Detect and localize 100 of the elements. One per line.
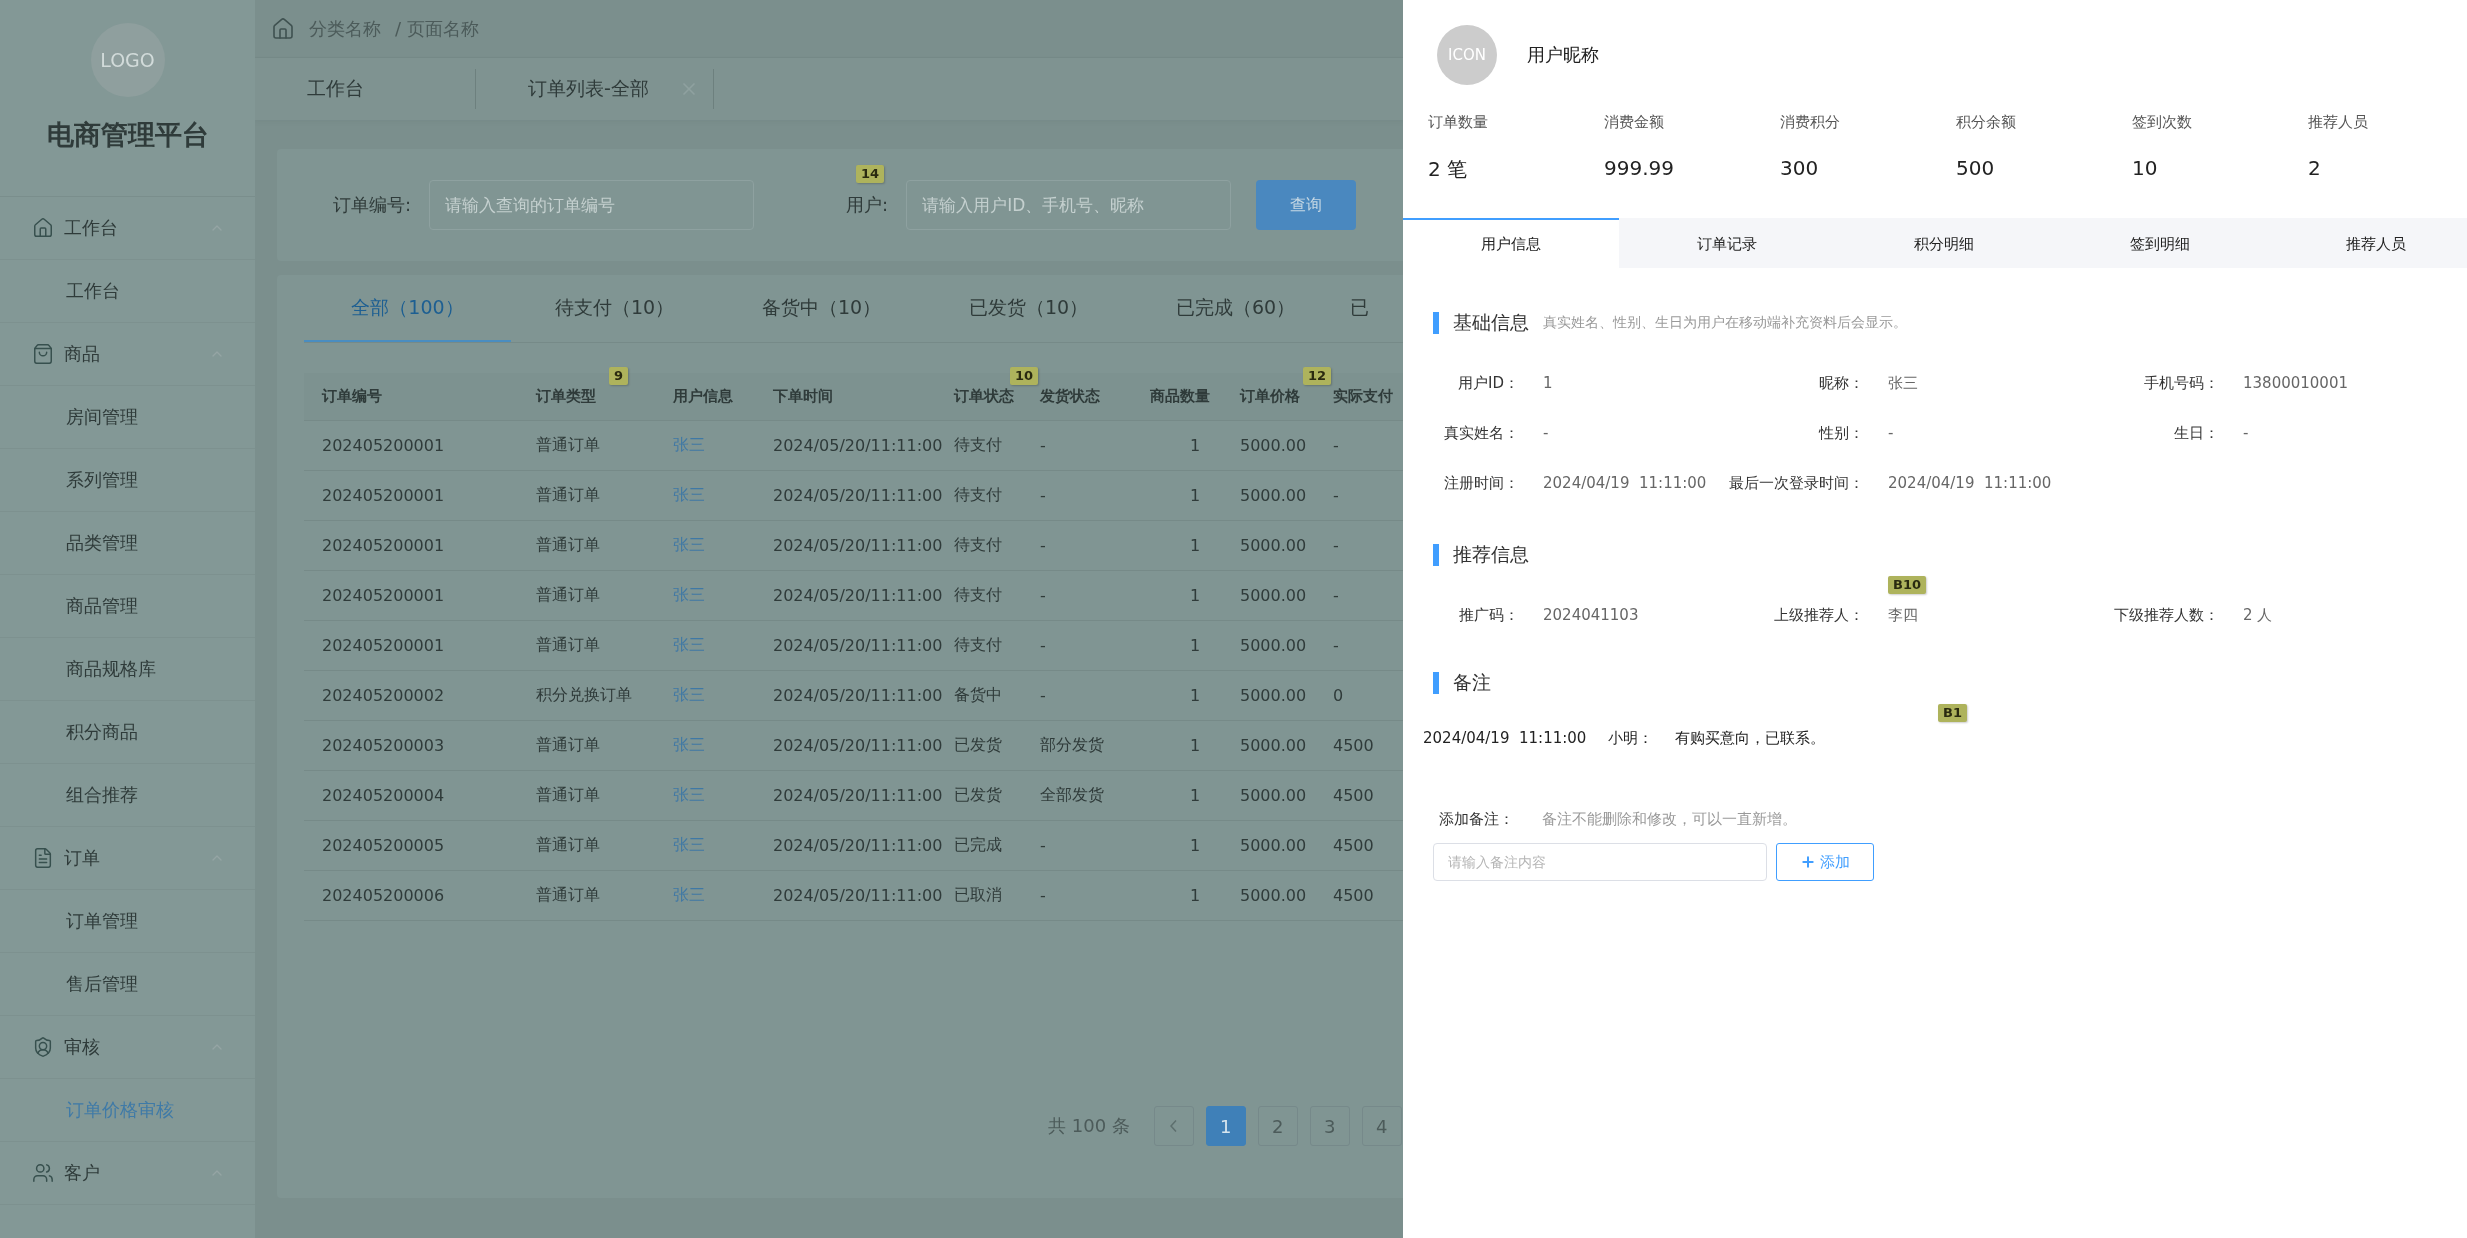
section-marker	[1433, 312, 1439, 334]
menu-item[interactable]: 房间管理	[0, 386, 255, 449]
search-field[interactable]: 请输入用户ID、手机号、昵称	[906, 180, 1232, 230]
field-value: 2 人	[2243, 605, 2273, 625]
user-nickname: 用户昵称	[1527, 43, 1599, 67]
stat-label: 推荐人员	[2308, 113, 2369, 132]
field-label: 用户ID：	[1457, 372, 1520, 394]
note-input[interactable]: 请输入备注内容	[1433, 843, 1767, 881]
status-tab[interactable]: 待支付（10）	[511, 275, 718, 342]
drawer-tab[interactable]: 用户信息	[1403, 218, 1620, 268]
menu-item[interactable]: 商品管理	[0, 575, 255, 638]
menu-item[interactable]: 工作台	[0, 260, 255, 323]
field-value: 1	[1543, 374, 1553, 392]
table-cell-text: 5000.00	[1240, 536, 1308, 555]
status-tab[interactable]: 已	[1339, 275, 1369, 342]
page-tab[interactable]: 订单列表-全部	[476, 69, 714, 109]
menu-item[interactable]: 系列管理	[0, 449, 255, 512]
table-cell-text: 2024/05/20/11:11:00	[773, 836, 944, 855]
menu-item[interactable]: 售后管理	[0, 953, 255, 1016]
table-cell-text: 1	[1188, 586, 1202, 605]
status-tab[interactable]: 备货中（10）	[718, 275, 925, 342]
stat-value: 10	[2132, 156, 2159, 180]
menu-group[interactable]: 工作台	[0, 197, 255, 260]
menu-group[interactable]: 订单	[0, 827, 255, 890]
stat-value: 999.99	[1604, 156, 1675, 180]
stat-value: 300	[1780, 156, 1820, 180]
bag-icon	[32, 343, 54, 365]
table-cell-text: 1	[1188, 636, 1202, 655]
column-header: 用户信息	[673, 387, 733, 405]
table-cell-text: -	[1333, 586, 1340, 605]
page-tab[interactable]: 工作台	[255, 69, 476, 109]
table-cell-text: 1	[1188, 836, 1202, 855]
table-cell-text: 202405200002	[322, 686, 446, 705]
table-cell-text: 202405200005	[322, 836, 446, 855]
table-cell-text: 普通订单	[536, 735, 601, 756]
table-cell-text: 1	[1188, 486, 1202, 505]
table-cell-text: -	[1040, 886, 1047, 905]
page-button[interactable]: 1	[1205, 1106, 1246, 1146]
table-cell-text: 积分兑换订单	[536, 685, 633, 706]
add-button[interactable]: 添加	[1776, 843, 1874, 881]
table-cell-text: 普通订单	[536, 635, 601, 656]
table-cell-text: 普通订单	[536, 785, 601, 806]
column-header: 订单类型	[536, 387, 596, 405]
annotation-badge: 9	[608, 367, 628, 385]
annotation-badge: 12	[1302, 367, 1331, 385]
table-cell-text: -	[1333, 536, 1340, 555]
table-cell-text: 待支付	[954, 635, 1003, 656]
field-label: 性别：	[1817, 422, 1865, 444]
menu-group[interactable]: 商品	[0, 323, 255, 386]
menu-item[interactable]: 组合推荐	[0, 764, 255, 827]
menu-group[interactable]: 客户	[0, 1142, 255, 1205]
table-cell-text: 待支付	[954, 485, 1003, 506]
table-cell-text: 待支付	[954, 435, 1003, 456]
shield-icon	[32, 1036, 54, 1058]
app-title: 电商管理平台	[46, 118, 209, 152]
table-cell-text: -	[1333, 636, 1340, 655]
field-label: 推广码：	[1458, 604, 1520, 626]
table-cell-text: 202405200001	[322, 486, 446, 505]
house-icon	[32, 217, 54, 239]
home-icon[interactable]	[271, 16, 295, 41]
stat-value: 500	[1956, 156, 1996, 180]
table-cell-text: 1	[1188, 536, 1202, 555]
table-cell-text: -	[1040, 486, 1047, 505]
table-cell-text: 备货中	[954, 685, 1003, 706]
prev-page-button[interactable]	[1153, 1106, 1194, 1146]
page-button[interactable]: 2	[1257, 1106, 1298, 1146]
status-tab[interactable]: 已发货（10）	[925, 275, 1132, 342]
status-tab[interactable]: 已完成（60）	[1132, 275, 1339, 342]
logo: LOGO	[90, 23, 165, 97]
section-marker	[1433, 544, 1439, 566]
menu-group[interactable]: 审核	[0, 1016, 255, 1079]
table-cell-text: 4500	[1333, 886, 1375, 905]
table-cell-text: 5000.00	[1240, 786, 1308, 805]
table-cell-text: -	[1333, 436, 1340, 455]
table-cell-text: 0	[1333, 686, 1345, 705]
page-button[interactable]: 3	[1309, 1106, 1350, 1146]
table-cell-text: 部分发货	[1040, 735, 1105, 756]
status-tab[interactable]: 全部（100）	[304, 275, 511, 342]
table-cell-text: 2024/05/20/11:11:00	[773, 686, 944, 705]
add-note-label: 添加备注：	[1439, 810, 1514, 829]
section-title: 备注	[1453, 670, 1491, 695]
menu-item[interactable]: 商品规格库	[0, 638, 255, 701]
stat-label: 订单数量	[1428, 113, 1489, 132]
table-cell-text: 5000.00	[1240, 686, 1308, 705]
menu-item[interactable]: 积分商品	[0, 701, 255, 764]
menu-item[interactable]: 品类管理	[0, 512, 255, 575]
stat-value: 2	[2308, 156, 2322, 180]
column-header: 实际支付	[1333, 387, 1393, 405]
table-cell-text: -	[1040, 836, 1047, 855]
search-field[interactable]: 请输入查询的订单编号	[429, 180, 755, 230]
page-button[interactable]: 4	[1361, 1106, 1402, 1146]
table-cell-text: 普通订单	[536, 835, 601, 856]
field-label: 昵称：	[1818, 372, 1865, 394]
table-cell-text: 5000.00	[1240, 586, 1308, 605]
menu-item[interactable]: 订单管理	[0, 890, 255, 953]
table-cell-text: 5000.00	[1240, 636, 1308, 655]
table-cell-text: 5000.00	[1240, 836, 1308, 855]
query-button[interactable]: 查询	[1256, 180, 1357, 230]
annotation-badge: 10	[1009, 367, 1038, 385]
table-cell-text: 4500	[1333, 786, 1375, 805]
